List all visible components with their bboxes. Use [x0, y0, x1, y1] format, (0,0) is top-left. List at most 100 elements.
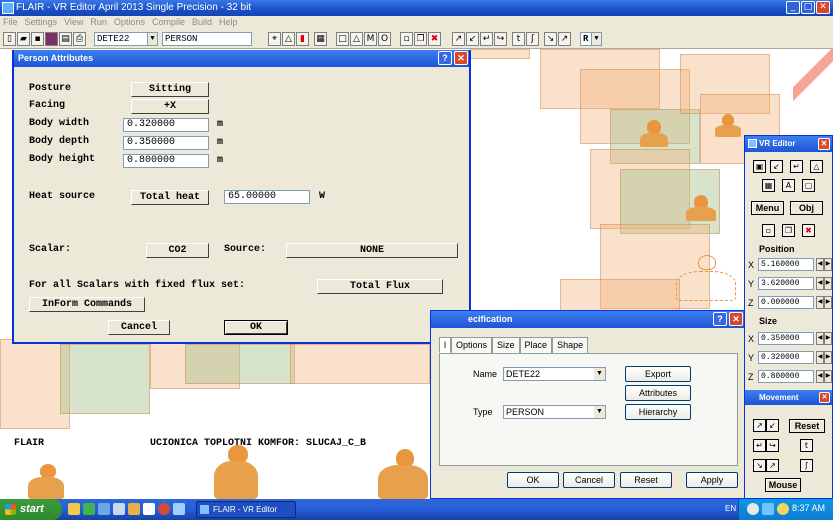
diag-arrow2-icon[interactable]: ↗	[766, 459, 779, 472]
shape-icon[interactable]: A	[782, 179, 795, 192]
increment-icon[interactable]: ▶	[824, 351, 832, 364]
export-button[interactable]: Export	[625, 366, 691, 382]
menu-view[interactable]: View	[64, 16, 83, 29]
menu-options[interactable]: Options	[114, 16, 145, 29]
grid-icon[interactable]: ▦	[762, 179, 775, 192]
menu-button[interactable]: Menu	[751, 201, 784, 215]
decrement-icon[interactable]: ◀	[816, 351, 824, 364]
menu-help[interactable]: Help	[219, 16, 238, 29]
heat-source-input[interactable]: 65.00000	[224, 190, 310, 204]
delete-icon[interactable]: ✖	[428, 32, 441, 46]
total-heat-button[interactable]: Total heat	[131, 190, 209, 205]
triangle-icon[interactable]: △	[810, 160, 823, 173]
app-green-icon[interactable]	[83, 503, 95, 515]
close-icon[interactable]: ✕	[729, 312, 743, 326]
rotate-s-icon[interactable]: ʃ	[800, 459, 813, 472]
rotate-t-icon[interactable]: t	[800, 439, 813, 452]
start-button[interactable]: start	[0, 499, 62, 520]
source-none-button[interactable]: NONE	[286, 243, 458, 258]
arrow-hook-icon[interactable]: ↪	[766, 439, 779, 452]
volume-icon[interactable]	[777, 503, 789, 515]
save-icon[interactable]: ▪	[31, 32, 44, 46]
increment-icon[interactable]: ▶	[824, 296, 832, 309]
cancel-button[interactable]: Cancel	[108, 320, 170, 335]
color-icon[interactable]	[45, 32, 58, 46]
menu-settings[interactable]: Settings	[25, 16, 58, 29]
body-depth-input[interactable]: 0.350000	[123, 136, 209, 150]
help-icon[interactable]: ?	[438, 51, 452, 65]
taskbar-item-flair[interactable]: FLAIR - VR Editor Apr...	[196, 501, 296, 518]
red-marker-icon[interactable]: ▮	[296, 32, 309, 46]
chevron-down-icon[interactable]: ▼	[594, 406, 605, 418]
menu-build[interactable]: Build	[192, 16, 212, 29]
cursor-icon[interactable]: ⌖	[268, 32, 281, 46]
inform-commands-button[interactable]: InForm Commands	[29, 297, 145, 312]
increment-icon[interactable]: ▶	[824, 258, 832, 271]
network-icon[interactable]	[762, 503, 774, 515]
decrement-icon[interactable]: ◀	[816, 277, 824, 290]
tab-options[interactable]: Options	[451, 337, 493, 353]
copy-icon[interactable]: ❐	[782, 224, 795, 237]
movement-reset-button[interactable]: Reset	[789, 419, 825, 433]
render-mode-combo[interactable]: R ▼	[580, 32, 602, 46]
document-icon[interactable]	[143, 503, 155, 515]
increment-icon[interactable]: ▶	[824, 277, 832, 290]
position-x-input[interactable]: 5.160000	[758, 258, 814, 271]
arrow-return-icon[interactable]: ↵	[480, 32, 493, 46]
minimize-icon[interactable]: _	[786, 1, 800, 14]
rotate-s-icon[interactable]: ʃ	[526, 32, 539, 46]
facing-button[interactable]: +X	[131, 99, 209, 114]
diag-arrow-icon[interactable]: ↘	[753, 459, 766, 472]
document-icon[interactable]: ▤	[59, 32, 72, 46]
decrement-icon[interactable]: ◀	[816, 370, 824, 383]
triangle-icon[interactable]: △	[282, 32, 295, 46]
mouse-button[interactable]: Mouse	[765, 478, 801, 492]
decrement-icon[interactable]: ◀	[816, 258, 824, 271]
spec-cancel-button[interactable]: Cancel	[563, 472, 615, 488]
menu-file[interactable]: File	[3, 16, 18, 29]
total-flux-button[interactable]: Total Flux	[317, 279, 443, 294]
desktop-icon[interactable]	[113, 503, 125, 515]
folder-icon[interactable]	[68, 503, 80, 515]
browser-icon[interactable]	[98, 503, 110, 515]
body-width-input[interactable]: 0.320000	[123, 118, 209, 132]
grid-icon[interactable]: ▦	[314, 32, 327, 46]
snap-icon[interactable]: ▫	[762, 224, 775, 237]
chevron-down-icon[interactable]: ▼	[147, 33, 157, 45]
diag-arrow-icon[interactable]: ↘	[544, 32, 557, 46]
menu-run[interactable]: Run	[90, 16, 107, 29]
language-indicator[interactable]: EN	[725, 504, 736, 513]
chevron-down-icon[interactable]: ▼	[591, 33, 601, 45]
open-folder-icon[interactable]: ▰	[17, 32, 30, 46]
box-icon[interactable]: □	[336, 32, 349, 46]
new-file-icon[interactable]: ▯	[3, 32, 16, 46]
obj-button[interactable]: Obj	[790, 201, 823, 215]
object-name-combo[interactable]: DETE22 ▼	[94, 32, 158, 46]
type-combo[interactable]: PERSON ▼	[503, 405, 606, 419]
arrow-ne-icon[interactable]: ↗	[452, 32, 465, 46]
size-x-input[interactable]: 0.350000	[758, 332, 814, 345]
close-icon[interactable]: ✕	[819, 392, 830, 403]
maximize-icon[interactable]: □	[801, 1, 815, 14]
position-z-input[interactable]: 0.000000	[758, 296, 814, 309]
rotate-t-icon[interactable]: t	[512, 32, 525, 46]
scalar-co2-button[interactable]: CO2	[146, 243, 209, 258]
spec-apply-button[interactable]: Apply	[686, 472, 738, 488]
spec-ok-button[interactable]: OK	[507, 472, 559, 488]
mail-icon[interactable]	[128, 503, 140, 515]
copy-icon[interactable]: ❐	[414, 32, 427, 46]
increment-icon[interactable]: ▶	[824, 332, 832, 345]
snap-icon[interactable]: ▫	[400, 32, 413, 46]
box-icon[interactable]: ▢	[802, 179, 815, 192]
chevron-down-icon[interactable]: ▼	[594, 368, 605, 380]
ok-button[interactable]: OK	[224, 320, 288, 335]
arrow-ne-icon[interactable]: ↗	[753, 419, 766, 432]
arrow-sw-icon[interactable]: ↙	[466, 32, 479, 46]
arrow-return-icon[interactable]: ↵	[790, 160, 803, 173]
arrow-sw-icon[interactable]: ↙	[770, 160, 783, 173]
help-icon[interactable]: ?	[713, 312, 727, 326]
decrement-icon[interactable]: ◀	[816, 296, 824, 309]
spec-reset-button[interactable]: Reset	[620, 472, 672, 488]
arrow-sw-icon[interactable]: ↙	[766, 419, 779, 432]
tray-icon[interactable]	[747, 503, 759, 515]
